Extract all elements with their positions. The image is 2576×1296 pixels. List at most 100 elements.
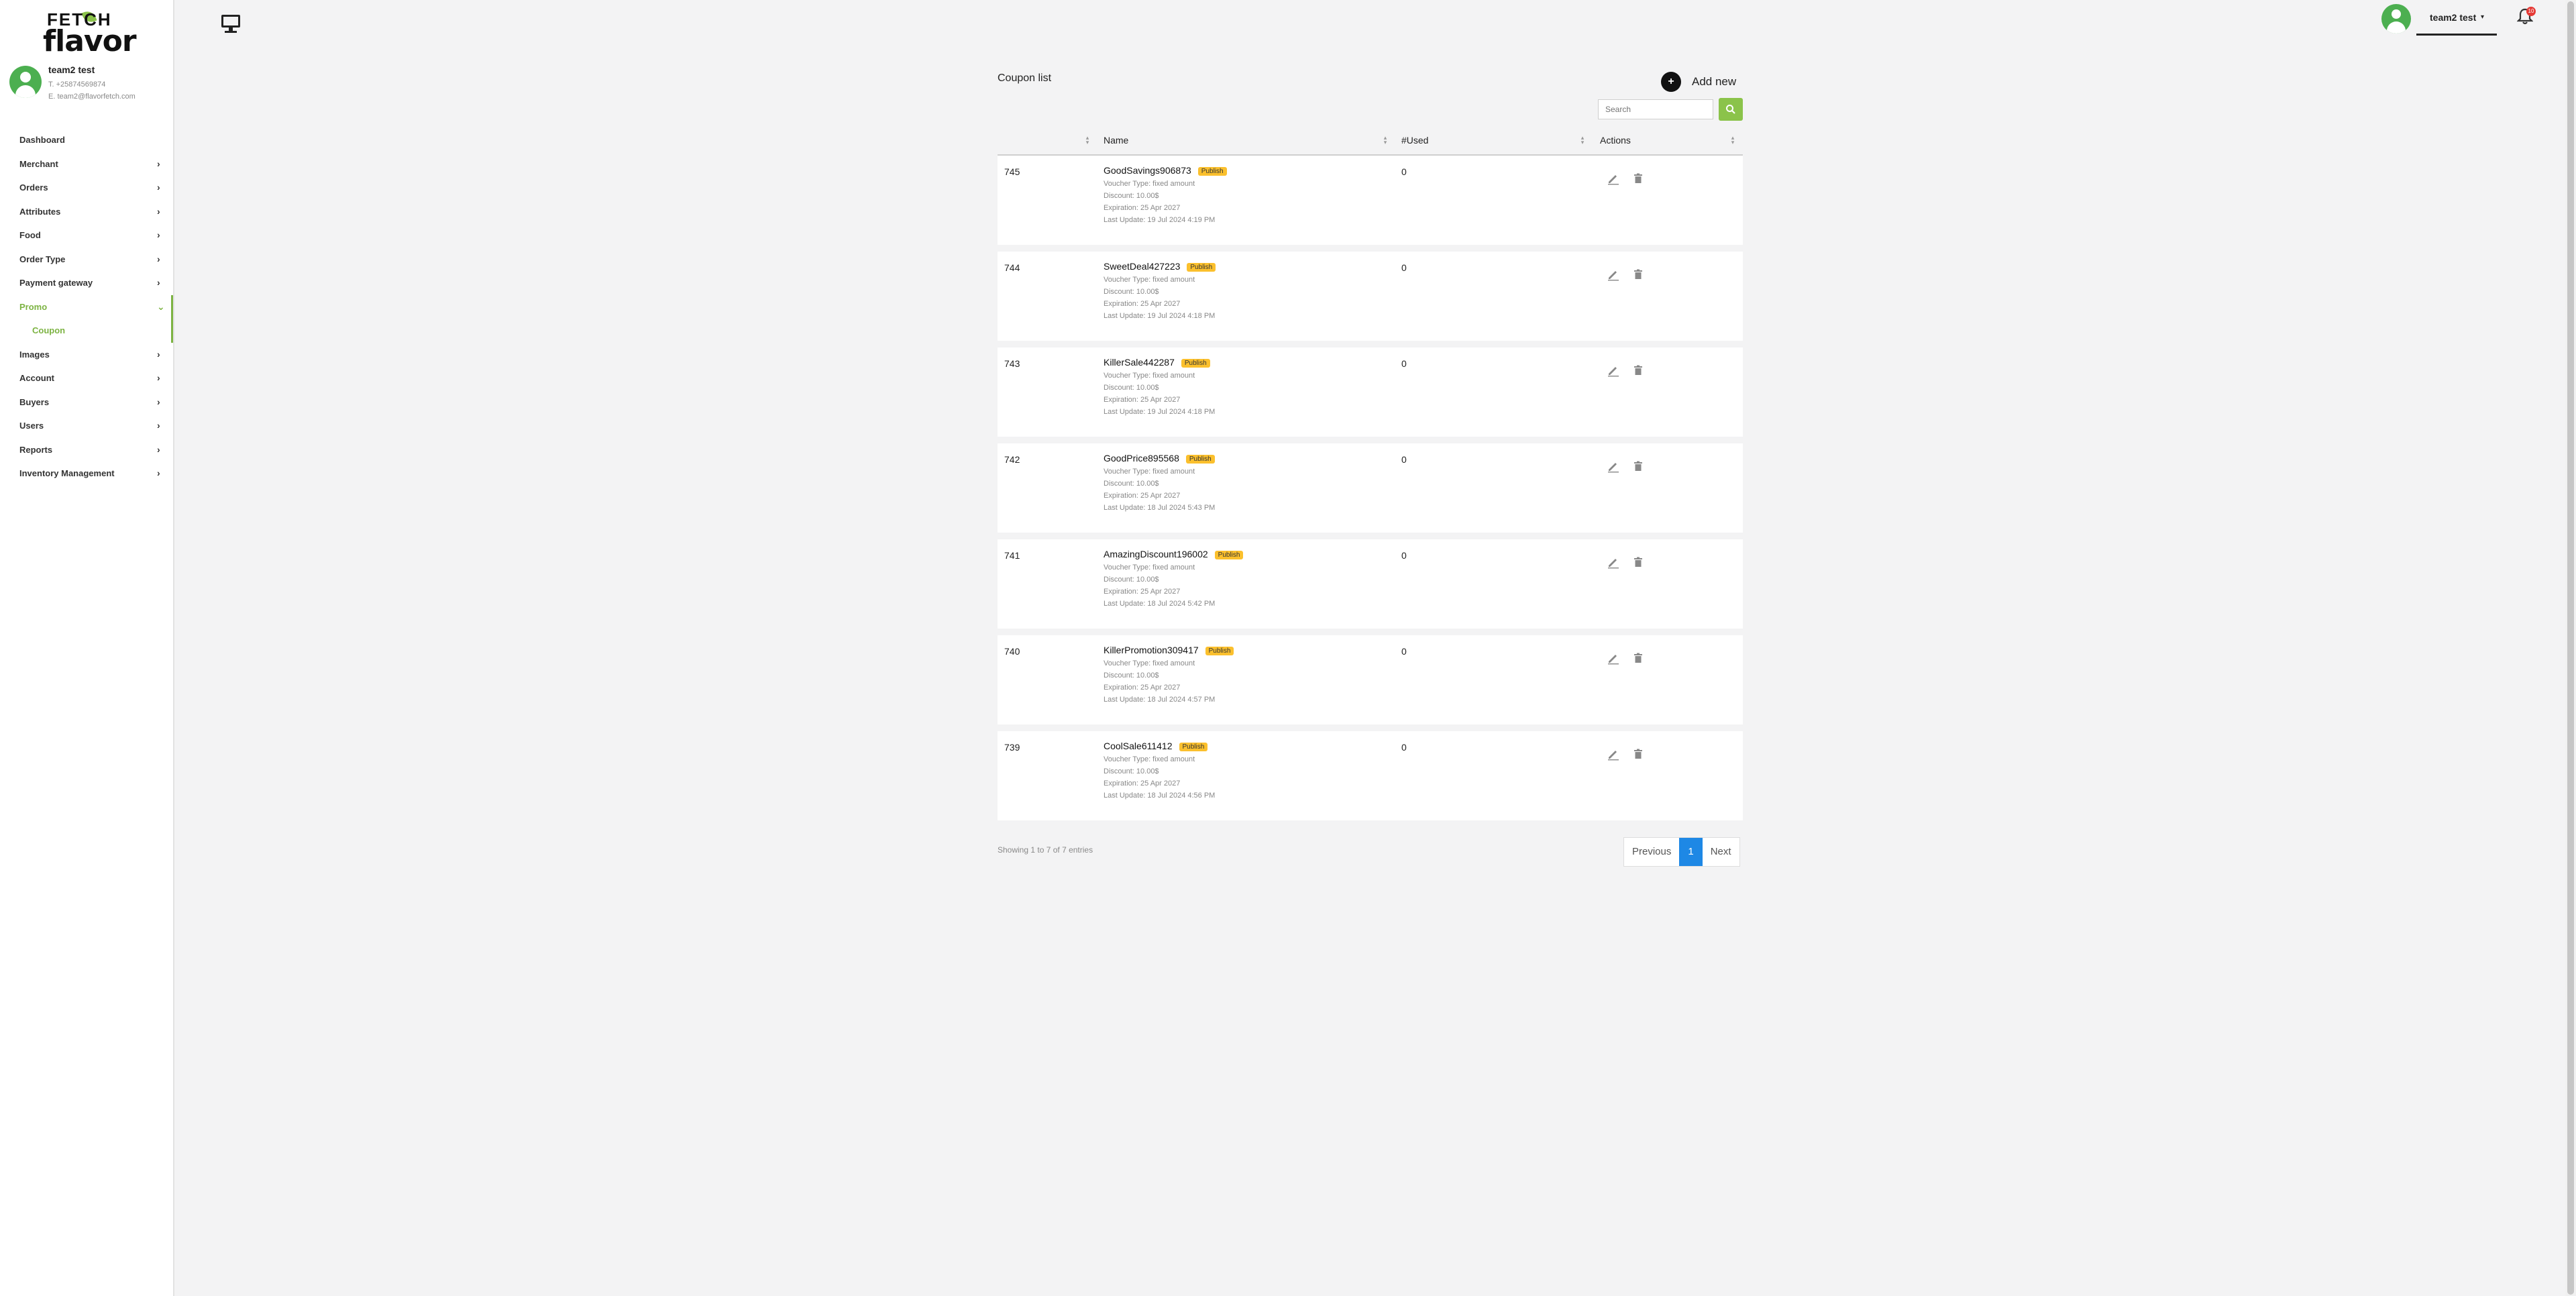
- user-menu-underline: [2416, 34, 2497, 36]
- used-count: 0: [1401, 454, 1407, 465]
- sidebar-subitem-coupon[interactable]: Coupon: [0, 319, 173, 343]
- search-icon: [1726, 105, 1735, 114]
- page-scrollbar[interactable]: [2565, 0, 2576, 1296]
- column-header-used[interactable]: #Used: [1401, 126, 1428, 154]
- plus-icon: +: [1661, 72, 1681, 92]
- sort-icon[interactable]: ▴ ▾: [1730, 135, 1735, 146]
- sort-icon[interactable]: ▴ ▾: [1383, 135, 1388, 146]
- sidebar-item-account[interactable]: Account ›: [0, 366, 173, 390]
- table-row: 739 CoolSale611412 Publish Voucher Type: …: [998, 731, 1743, 820]
- sidebar-profile: team2 test T. +25874569874 E. team2@flav…: [9, 64, 170, 107]
- coupon-name-line: CoolSale611412 Publish: [1104, 741, 1208, 751]
- sidebar-item-buyers[interactable]: Buyers ›: [0, 390, 173, 415]
- coupon-name-line: KillerPromotion309417 Publish: [1104, 645, 1234, 655]
- trash-icon[interactable]: [1633, 653, 1643, 663]
- expiration: Expiration: 25 Apr 2027: [1104, 492, 1181, 500]
- column-header-name[interactable]: Name: [1104, 126, 1128, 154]
- used-count: 0: [1401, 742, 1407, 753]
- expiration: Expiration: 25 Apr 2027: [1104, 588, 1181, 596]
- sidebar-item-label: Buyers: [19, 396, 50, 407]
- coupon-id: 741: [1004, 550, 1020, 561]
- coupon-name-line: GoodPrice895568 Publish: [1104, 453, 1215, 464]
- sort-icon[interactable]: ▴ ▾: [1085, 135, 1090, 146]
- voucher-type: Voucher Type: fixed amount: [1104, 659, 1195, 667]
- page-1-button[interactable]: 1: [1679, 838, 1703, 866]
- pencil-icon[interactable]: [1607, 651, 1620, 665]
- sidebar: FETCH flavor team2 test T. +25874569874 …: [0, 0, 174, 1296]
- last-update: Last Update: 19 Jul 2024 4:19 PM: [1104, 216, 1216, 224]
- discount: Discount: 10.00$: [1104, 384, 1159, 392]
- discount: Discount: 10.00$: [1104, 767, 1159, 775]
- sidebar-item-payment-gateway[interactable]: Payment gateway ›: [0, 271, 173, 295]
- pencil-icon[interactable]: [1607, 555, 1620, 569]
- sidebar-item-order-type[interactable]: Order Type ›: [0, 248, 173, 272]
- coupon-id: 739: [1004, 742, 1020, 753]
- trash-icon[interactable]: [1633, 269, 1643, 280]
- coupon-name[interactable]: GoodPrice895568: [1104, 453, 1179, 464]
- coupon-name[interactable]: KillerPromotion309417: [1104, 645, 1199, 655]
- user-menu[interactable]: team2 test ▾: [2381, 4, 2497, 36]
- sidebar-item-label: Payment gateway: [19, 278, 93, 288]
- trash-icon[interactable]: [1633, 461, 1643, 472]
- status-badge: Publish: [1205, 647, 1234, 655]
- chevron-right-icon: ›: [157, 277, 160, 288]
- sidebar-item-attributes[interactable]: Attributes ›: [0, 200, 173, 224]
- pencil-icon[interactable]: [1607, 268, 1620, 281]
- trash-icon[interactable]: [1633, 173, 1643, 184]
- search-button[interactable]: [1719, 98, 1743, 121]
- sidebar-item-orders[interactable]: Orders ›: [0, 176, 173, 200]
- coupon-name[interactable]: KillerSale442287: [1104, 357, 1175, 368]
- sidebar-item-label: Dashboard: [19, 135, 65, 145]
- trash-icon[interactable]: [1633, 365, 1643, 376]
- coupon-name-line: AmazingDiscount196002 Publish: [1104, 549, 1244, 559]
- sidebar-item-label: Order Type: [19, 254, 66, 264]
- table-row: 740 KillerPromotion309417 Publish Voucher…: [998, 635, 1743, 724]
- chevron-right-icon: ›: [157, 396, 160, 407]
- monitor-icon[interactable]: [221, 15, 241, 34]
- brand-line2: flavor: [43, 24, 137, 58]
- coupon-name[interactable]: AmazingDiscount196002: [1104, 549, 1208, 559]
- pencil-icon[interactable]: [1607, 747, 1620, 761]
- pencil-icon[interactable]: [1607, 364, 1620, 377]
- pencil-icon[interactable]: [1607, 172, 1620, 185]
- sidebar-item-users[interactable]: Users ›: [0, 414, 173, 438]
- sort-icon[interactable]: ▴ ▾: [1580, 135, 1585, 146]
- sidebar-item-food[interactable]: Food ›: [0, 223, 173, 248]
- trash-icon[interactable]: [1633, 749, 1643, 759]
- discount: Discount: 10.00$: [1104, 192, 1159, 200]
- next-page-button[interactable]: Next: [1703, 838, 1739, 866]
- sidebar-item-reports[interactable]: Reports ›: [0, 438, 173, 462]
- status-badge: Publish: [1187, 263, 1216, 272]
- voucher-type: Voucher Type: fixed amount: [1104, 563, 1195, 572]
- used-count: 0: [1401, 358, 1407, 369]
- coupon-name[interactable]: GoodSavings906873: [1104, 165, 1191, 176]
- sidebar-item-label: Reports: [19, 444, 53, 455]
- expiration: Expiration: 25 Apr 2027: [1104, 300, 1181, 308]
- pencil-icon[interactable]: [1607, 460, 1620, 473]
- scrollbar-thumb[interactable]: [2567, 1, 2574, 1295]
- trash-icon[interactable]: [1633, 557, 1643, 568]
- sidebar-item-label: Attributes: [19, 206, 61, 217]
- brand-logo[interactable]: FETCH flavor: [42, 9, 137, 58]
- previous-page-button[interactable]: Previous: [1624, 838, 1679, 866]
- sidebar-item-label: Account: [19, 373, 54, 383]
- sidebar-item-images[interactable]: Images ›: [0, 343, 173, 367]
- coupon-name[interactable]: SweetDeal427223: [1104, 261, 1180, 272]
- used-count: 0: [1401, 262, 1407, 273]
- search-input[interactable]: [1598, 99, 1713, 119]
- add-new-button[interactable]: + Add new: [1661, 71, 1736, 93]
- chevron-right-icon: ›: [157, 253, 160, 264]
- sidebar-item-dashboard[interactable]: Dashboard: [0, 128, 173, 152]
- chevron-right-icon: ›: [157, 182, 160, 193]
- sidebar-item-label: Food: [19, 230, 41, 240]
- sidebar-item-merchant[interactable]: Merchant ›: [0, 152, 173, 176]
- chevron-right-icon: ›: [157, 229, 160, 240]
- sidebar-item-promo[interactable]: Promo ⌄: [0, 294, 173, 319]
- profile-email: E. team2@flavorfetch.com: [48, 93, 136, 101]
- sidebar-item-inventory-management[interactable]: Inventory Management ›: [0, 462, 173, 486]
- notifications-button[interactable]: 10: [2517, 7, 2537, 28]
- sidebar-item-label: Merchant: [19, 158, 58, 169]
- coupon-id: 745: [1004, 166, 1020, 177]
- status-badge: Publish: [1181, 359, 1210, 368]
- coupon-name[interactable]: CoolSale611412: [1104, 741, 1173, 751]
